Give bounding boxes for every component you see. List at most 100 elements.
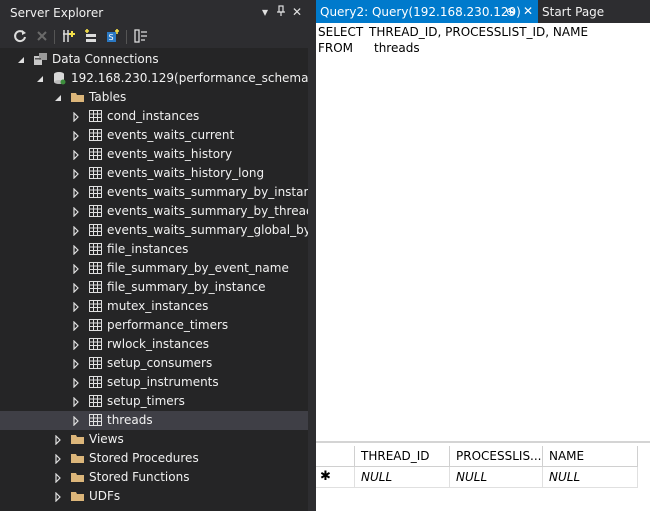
tree-item-table[interactable]: events_waits_summary_by_thread_by [0,202,308,221]
tree-item-table[interactable]: setup_consumers [0,354,308,373]
tree-item-folder[interactable]: Views [0,430,308,449]
table-icon [88,356,103,370]
tree-item-label: events_waits_current [107,128,235,142]
table-icon [88,318,103,332]
row-header-corner [316,446,355,467]
tree-item-table[interactable]: file_summary_by_event_name [0,259,308,278]
tree-item-table[interactable]: setup_timers [0,392,308,411]
tree-item-table[interactable]: events_waits_current [0,126,308,145]
tree-item-label: setup_timers [107,394,185,408]
collapsed-arrow-icon[interactable] [71,320,81,332]
collapsed-arrow-icon[interactable] [71,168,81,180]
tree-item-table[interactable]: events_waits_summary_by_instance [0,183,308,202]
folder-icon [70,489,85,503]
close-icon[interactable]: ✕ [290,5,304,19]
toolbar-separator [54,30,55,44]
collapsed-arrow-icon[interactable] [71,301,81,313]
tree-item-table[interactable]: events_waits_history [0,145,308,164]
tree-item-folder[interactable]: Stored Functions [0,468,308,487]
tree-item-label: UDFs [89,489,121,503]
tree-item-label: Data Connections [52,52,159,66]
collapsed-arrow-icon[interactable] [71,415,81,427]
tree-item-table[interactable]: threads [0,411,308,430]
new-row-marker[interactable]: ✱ [316,467,355,488]
tree-item-connection[interactable]: 192.168.230.129(performance_schema) [0,69,308,88]
tree-item-label: Stored Functions [89,470,190,484]
dropdown-icon[interactable]: ▾ [258,5,272,19]
collapsed-arrow-icon[interactable] [71,339,81,351]
collapsed-arrow-icon[interactable] [71,130,81,142]
expanded-arrow-icon[interactable] [53,92,63,102]
svg-text:S: S [109,33,114,42]
tree-item-folder[interactable]: UDFs [0,487,308,506]
collapsed-arrow-icon[interactable] [71,244,81,256]
properties-icon[interactable] [133,28,151,46]
collapsed-arrow-icon[interactable] [71,149,81,161]
panel-title: Server Explorer [10,6,104,20]
tree-item-table[interactable]: file_summary_by_instance [0,278,308,297]
tree-item-label: Tables [89,90,127,104]
tab-query2-label: Query2: Query(192.168.230.129) [320,5,521,19]
results-grid[interactable]: THREAD_ID PROCESSLIS... NAME ✱ NULL NULL… [316,441,650,511]
connect-to-database-icon[interactable] [61,28,79,46]
table-icon [88,204,103,218]
stop-icon[interactable] [34,28,52,46]
column-header-processlist-id[interactable]: PROCESSLIS... [450,446,543,467]
cell-name[interactable]: NULL [543,467,638,488]
tree-item-label: threads [107,413,153,427]
query-document: Query2: Query(192.168.230.129) ⊕ ✕ Start… [316,0,650,511]
collapsed-arrow-icon[interactable] [71,206,81,218]
tab-start-page[interactable]: Start Page [542,5,604,19]
connect-to-server-icon[interactable] [83,28,101,46]
tree-item-label: file_instances [107,242,189,256]
collapsed-arrow-icon[interactable] [53,491,63,503]
cell-thread-id[interactable]: NULL [355,467,450,488]
collapsed-arrow-icon[interactable] [71,377,81,389]
sql-keyword-from: FROM [318,41,354,55]
expanded-arrow-icon[interactable] [16,54,26,64]
tree-item-table[interactable]: rwlock_instances [0,335,308,354]
tree-item-data-connections[interactable]: Data Connections [0,50,308,69]
collapsed-arrow-icon[interactable] [71,263,81,275]
tab-query2[interactable]: Query2: Query(192.168.230.129) ⊕ ✕ [316,0,538,23]
tree-item-table[interactable]: mutex_instances [0,297,308,316]
tree-item-table[interactable]: events_waits_history_long [0,164,308,183]
sql-editor[interactable]: SELECT THREAD_ID, PROCESSLIST_ID, NAME F… [316,23,650,443]
table-icon [88,375,103,389]
tree-item-tables-folder[interactable]: Tables [0,88,308,107]
sharepoint-connection-icon[interactable]: S [104,28,122,46]
expanded-arrow-icon[interactable] [35,73,45,83]
collapsed-arrow-icon[interactable] [71,282,81,294]
collapsed-arrow-icon[interactable] [71,187,81,199]
collapsed-arrow-icon[interactable] [53,434,63,446]
tree-item-label: 192.168.230.129(performance_schema) [71,71,308,85]
tree-item-label: events_waits_summary_by_thread_by [107,204,308,218]
sql-select-columns: THREAD_ID, PROCESSLIST_ID, NAME [369,25,589,39]
column-header-thread-id[interactable]: THREAD_ID [355,446,450,467]
tree-item-label: events_waits_history_long [107,166,265,180]
tree-item-label: setup_instruments [107,375,219,389]
panel-divider[interactable] [308,0,316,511]
tree-item-table[interactable]: events_waits_summary_global_by_eve [0,221,308,240]
pin-tab-icon[interactable]: ⊕ [506,5,515,18]
tree-item-table[interactable]: file_instances [0,240,308,259]
table-icon [88,261,103,275]
collapsed-arrow-icon[interactable] [71,111,81,123]
column-header-name[interactable]: NAME [543,446,638,467]
collapsed-arrow-icon[interactable] [53,472,63,484]
refresh-icon[interactable] [12,28,30,46]
close-tab-icon[interactable]: ✕ [523,4,533,18]
tree-item-table[interactable]: performance_timers [0,316,308,335]
collapsed-arrow-icon[interactable] [53,453,63,465]
tree-item-table[interactable]: setup_instruments [0,373,308,392]
collapsed-arrow-icon[interactable] [71,358,81,370]
pin-icon[interactable] [274,5,288,20]
tree-item-table[interactable]: cond_instances [0,107,308,126]
collapsed-arrow-icon[interactable] [71,225,81,237]
tree-item-label: rwlock_instances [107,337,210,351]
table-icon [88,337,103,351]
collapsed-arrow-icon[interactable] [71,396,81,408]
cell-processlist-id[interactable]: NULL [450,467,543,488]
tree-item-folder[interactable]: Stored Procedures [0,449,308,468]
table-icon [88,109,103,123]
